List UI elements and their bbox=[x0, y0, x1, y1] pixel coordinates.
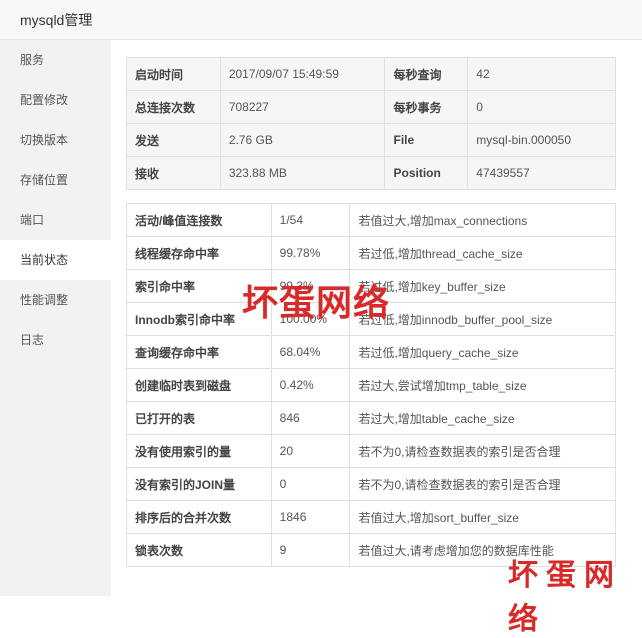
metric-advice: 若过大,尝试增加tmp_table_size bbox=[349, 368, 616, 402]
metric-value: 99.3% bbox=[270, 269, 351, 303]
sidebar-item-service[interactable]: 服务 bbox=[0, 40, 111, 80]
status-label: 每秒查询 bbox=[384, 57, 469, 91]
sidebar-item-port[interactable]: 端口 bbox=[0, 200, 111, 240]
status-value: 2017/09/07 15:49:59 bbox=[219, 57, 386, 91]
metric-row: 排序后的合并次数 1846 若值过大,增加sort_buffer_size bbox=[126, 500, 616, 534]
metric-value: 1/54 bbox=[270, 203, 351, 237]
metric-row: 线程缓存命中率 99.78% 若过低,增加thread_cache_size bbox=[126, 236, 616, 270]
metric-row: 没有索引的JOIN量 0 若不为0,请检查数据表的索引是否合理 bbox=[126, 467, 616, 501]
sidebar: 服务 配置修改 切换版本 存储位置 端口 当前状态 性能调整 日志 bbox=[0, 40, 111, 596]
metric-value: 20 bbox=[270, 434, 351, 468]
metric-value: 9 bbox=[270, 533, 351, 567]
status-row: 总连接次数 708227 每秒事务 0 bbox=[126, 90, 616, 124]
sidebar-item-switch-version[interactable]: 切换版本 bbox=[0, 120, 111, 160]
metric-name: 锁表次数 bbox=[126, 533, 272, 567]
status-value: 47439557 bbox=[467, 156, 616, 190]
metric-row: 查询缓存命中率 68.04% 若过低,增加query_cache_size bbox=[126, 335, 616, 369]
status-value: 42 bbox=[467, 57, 616, 91]
sidebar-item-performance-tuning[interactable]: 性能调整 bbox=[0, 280, 111, 320]
metric-name: 已打开的表 bbox=[126, 401, 272, 435]
metric-row: 创建临时表到磁盘 0.42% 若过大,尝试增加tmp_table_size bbox=[126, 368, 616, 402]
metric-advice: 若过低,增加thread_cache_size bbox=[349, 236, 616, 270]
status-label: Position bbox=[384, 156, 469, 190]
status-row: 启动时间 2017/09/07 15:49:59 每秒查询 42 bbox=[126, 57, 616, 91]
metric-advice: 若过低,增加innodb_buffer_pool_size bbox=[349, 302, 616, 336]
status-value: mysql-bin.000050 bbox=[467, 123, 616, 157]
metric-name: Innodb索引命中率 bbox=[126, 302, 272, 336]
metric-advice: 若不为0,请检查数据表的索引是否合理 bbox=[349, 467, 616, 501]
metric-value: 68.04% bbox=[270, 335, 351, 369]
metric-name: 没有索引的JOIN量 bbox=[126, 467, 272, 501]
status-label: 总连接次数 bbox=[126, 90, 221, 124]
metric-name: 排序后的合并次数 bbox=[126, 500, 272, 534]
metric-advice: 若过大,增加table_cache_size bbox=[349, 401, 616, 435]
status-label: File bbox=[384, 123, 469, 157]
metric-name: 索引命中率 bbox=[126, 269, 272, 303]
status-value: 0 bbox=[467, 90, 616, 124]
status-summary-table: 启动时间 2017/09/07 15:49:59 每秒查询 42 总连接次数 708227… bbox=[126, 57, 616, 190]
status-value: 323.88 MB bbox=[219, 156, 386, 190]
status-label: 接收 bbox=[126, 156, 221, 190]
metric-name: 没有使用索引的量 bbox=[126, 434, 272, 468]
metric-value: 99.78% bbox=[270, 236, 351, 270]
sidebar-item-config[interactable]: 配置修改 bbox=[0, 80, 111, 120]
metric-advice: 若值过大,增加max_connections bbox=[349, 203, 616, 237]
metric-row: Innodb索引命中率 100.00% 若过低,增加innodb_buffer_po… bbox=[126, 302, 616, 336]
metric-advice: 若过低,增加query_cache_size bbox=[349, 335, 616, 369]
status-value: 708227 bbox=[219, 90, 386, 124]
metric-row: 已打开的表 846 若过大,增加table_cache_size bbox=[126, 401, 616, 435]
metric-value: 0.42% bbox=[270, 368, 351, 402]
metric-name: 创建临时表到磁盘 bbox=[126, 368, 272, 402]
sidebar-item-logs[interactable]: 日志 bbox=[0, 320, 111, 360]
metric-value: 1846 bbox=[270, 500, 351, 534]
metric-advice: 若不为0,请检查数据表的索引是否合理 bbox=[349, 434, 616, 468]
mysqld-manager-window: mysqld管理 服务 配置修改 切换版本 存储位置 端口 当前状态 性能调整 … bbox=[0, 0, 642, 637]
performance-metrics-table: 活动/峰值连接数 1/54 若值过大,增加max_connections 线程缓存命中… bbox=[126, 203, 616, 567]
sidebar-item-storage-location[interactable]: 存储位置 bbox=[0, 160, 111, 200]
metric-name: 活动/峰值连接数 bbox=[126, 203, 272, 237]
status-label: 每秒事务 bbox=[384, 90, 469, 124]
metric-advice: 若值过大,增加sort_buffer_size bbox=[349, 500, 616, 534]
status-row: 接收 323.88 MB Position 47439557 bbox=[126, 156, 616, 190]
metric-advice: 若过低,增加key_buffer_size bbox=[349, 269, 616, 303]
status-label: 发送 bbox=[126, 123, 221, 157]
sidebar-item-current-status[interactable]: 当前状态 bbox=[0, 240, 111, 280]
metric-name: 查询缓存命中率 bbox=[126, 335, 272, 369]
main-content: 启动时间 2017/09/07 15:49:59 每秒查询 42 总连接次数 708227… bbox=[111, 40, 642, 596]
metric-advice: 若值过大,请考虑增加您的数据库性能 bbox=[349, 533, 616, 567]
window-title: mysqld管理 bbox=[20, 12, 93, 28]
metric-row: 活动/峰值连接数 1/54 若值过大,增加max_connections bbox=[126, 203, 616, 237]
window-titlebar: mysqld管理 bbox=[0, 0, 642, 40]
metric-value: 100.00% bbox=[270, 302, 351, 336]
status-value: 2.76 GB bbox=[219, 123, 386, 157]
status-label: 启动时间 bbox=[126, 57, 221, 91]
metric-name: 线程缓存命中率 bbox=[126, 236, 272, 270]
status-row: 发送 2.76 GB File mysql-bin.000050 bbox=[126, 123, 616, 157]
metric-row: 锁表次数 9 若值过大,请考虑增加您的数据库性能 bbox=[126, 533, 616, 567]
metric-value: 0 bbox=[270, 467, 351, 501]
metric-row: 没有使用索引的量 20 若不为0,请检查数据表的索引是否合理 bbox=[126, 434, 616, 468]
metric-value: 846 bbox=[270, 401, 351, 435]
metric-row: 索引命中率 99.3% 若过低,增加key_buffer_size bbox=[126, 269, 616, 303]
